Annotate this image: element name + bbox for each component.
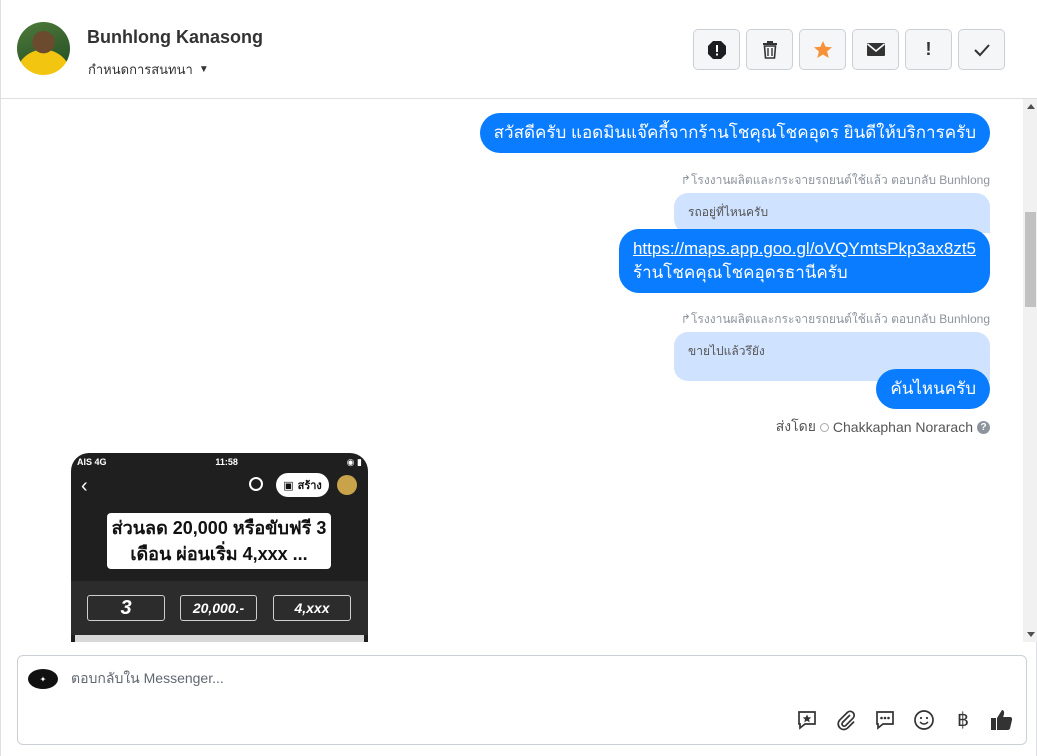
payment-button[interactable]: ฿: [951, 708, 975, 732]
quick-reply-button[interactable]: [873, 708, 897, 732]
promo-box: 3: [87, 595, 165, 621]
search-icon: [249, 477, 263, 491]
sent-by: ส่งโดย Chakkaphan Norarach ?: [776, 416, 990, 438]
flag-important-button[interactable]: !: [905, 29, 952, 70]
user-name[interactable]: Bunhlong Kanasong: [87, 27, 263, 48]
create-pill: ▣ สร้าง: [276, 473, 329, 497]
conversation-header: Bunhlong Kanasong กำหนดการสนทนา ▼ !: [1, 0, 1037, 99]
reply-arrow-icon: ↱: [680, 173, 691, 187]
check-icon: [973, 43, 990, 56]
help-icon[interactable]: ?: [977, 420, 990, 434]
incoming-image-message[interactable]: AIS 4G 11:58 ◉ ▮ ‹ ▣ สร้าง ส่วนลด 20,000…: [71, 453, 368, 642]
back-arrow-icon: ‹: [81, 475, 88, 497]
star-button[interactable]: [799, 29, 846, 70]
reply-context: ↱โรงงานผลิตและกระจายรถยนต์ใช้แล้ว ตอบกลั…: [681, 171, 990, 190]
reply-context: ↱โรงงานผลิตและกระจายรถยนต์ใช้แล้ว ตอบกลั…: [681, 310, 990, 329]
map-link[interactable]: https://maps.app.goo.gl/oVQYmtsPkp3ax8zt…: [633, 237, 976, 261]
promo-panel: 3 20,000.- 4,xxx: [71, 581, 368, 635]
thread-scrollbar[interactable]: [1023, 99, 1037, 642]
saved-reply-button[interactable]: [795, 708, 819, 732]
star-icon: [813, 41, 832, 58]
quick-reply-icon: [876, 711, 894, 730]
trash-icon: [762, 40, 777, 59]
delete-button[interactable]: [746, 29, 793, 70]
emoji-button[interactable]: [912, 708, 936, 732]
outgoing-message[interactable]: https://maps.app.goo.gl/oVQYmtsPkp3ax8zt…: [618, 229, 990, 293]
sender-check-icon: [819, 422, 829, 432]
promo-box: 20,000.-: [180, 595, 257, 621]
like-button[interactable]: [990, 708, 1014, 732]
phone-content-strip: [75, 635, 364, 642]
create-label: สร้าง: [297, 480, 322, 492]
scrollbar-thumb[interactable]: [1025, 212, 1036, 307]
promo-headline: ส่วนลด 20,000 หรือขับฟรี 3 เดือน ผ่อนเริ…: [107, 513, 331, 569]
phone-status-bar: AIS 4G 11:58 ◉ ▮: [77, 457, 362, 468]
exclamation-icon: !: [925, 39, 932, 59]
envelope-icon: [866, 43, 885, 56]
phone-avatar: [337, 475, 357, 495]
reply-context-label: โรงงานผลิตและกระจายรถยนต์ใช้แล้ว ตอบกลับ…: [690, 173, 990, 187]
mark-unread-button[interactable]: [852, 29, 899, 70]
reply-arrow-icon: ↱: [680, 312, 691, 326]
reply-input[interactable]: [71, 670, 951, 686]
camera-icon: ▣: [283, 479, 294, 492]
mark-done-button[interactable]: [958, 29, 1005, 70]
message-thread[interactable]: สวัสดีครับ แอดมินแจ๊คกี้จากร้านโชคุณโชคอ…: [1, 99, 1023, 642]
sent-by-label: ส่งโดย: [775, 418, 816, 434]
quoted-message[interactable]: รถอยู่ที่ไหนครับ: [674, 193, 990, 233]
outgoing-message[interactable]: สวัสดีครับ แอดมินแจ๊คกี้จากร้านโชคุณโชคอ…: [479, 113, 990, 153]
baht-icon: ฿: [956, 709, 970, 731]
scroll-up-arrow-icon[interactable]: [1027, 104, 1035, 109]
battery-icon: ◉ ▮: [346, 457, 362, 467]
caret-down-icon: ▼: [198, 64, 209, 75]
carrier-label: AIS 4G: [77, 457, 107, 467]
attachment-button[interactable]: [834, 708, 858, 732]
attachment-icon: [837, 710, 856, 731]
emoji-icon: [914, 710, 934, 730]
reply-context-label: โรงงานผลิตและกระจายรถยนต์ใช้แล้ว ตอบกลับ…: [690, 312, 990, 326]
conversation-status-dropdown[interactable]: กำหนดการสนทนา ▼: [88, 59, 209, 80]
phone-time: 11:58: [215, 457, 238, 467]
sender-name[interactable]: Chakkaphan Norarach: [833, 419, 973, 435]
conversation-toolbar: !: [693, 29, 1005, 70]
alert-octagon-icon: [707, 40, 726, 59]
avatar[interactable]: [17, 22, 70, 75]
outgoing-message[interactable]: คันไหนครับ: [876, 369, 990, 409]
saved-reply-icon: [798, 711, 816, 730]
page-avatar: ✦: [28, 669, 58, 689]
messenger-inbox: Bunhlong Kanasong กำหนดการสนทนา ▼ ! สวัส…: [0, 0, 1037, 756]
promo-box: 4,xxx: [273, 595, 351, 621]
message-text: ร้านโชคคุณโชคอุดรธานีครับ: [632, 263, 848, 282]
composer-tools: ฿: [795, 708, 1014, 732]
thumbs-up-icon: [991, 710, 1013, 730]
conversation-status-label: กำหนดการสนทนา: [88, 62, 193, 77]
scroll-down-arrow-icon[interactable]: [1027, 632, 1035, 637]
report-spam-button[interactable]: [693, 29, 740, 70]
reply-composer: ✦ ตอบกลับใน Messenger... ฿: [17, 655, 1027, 745]
